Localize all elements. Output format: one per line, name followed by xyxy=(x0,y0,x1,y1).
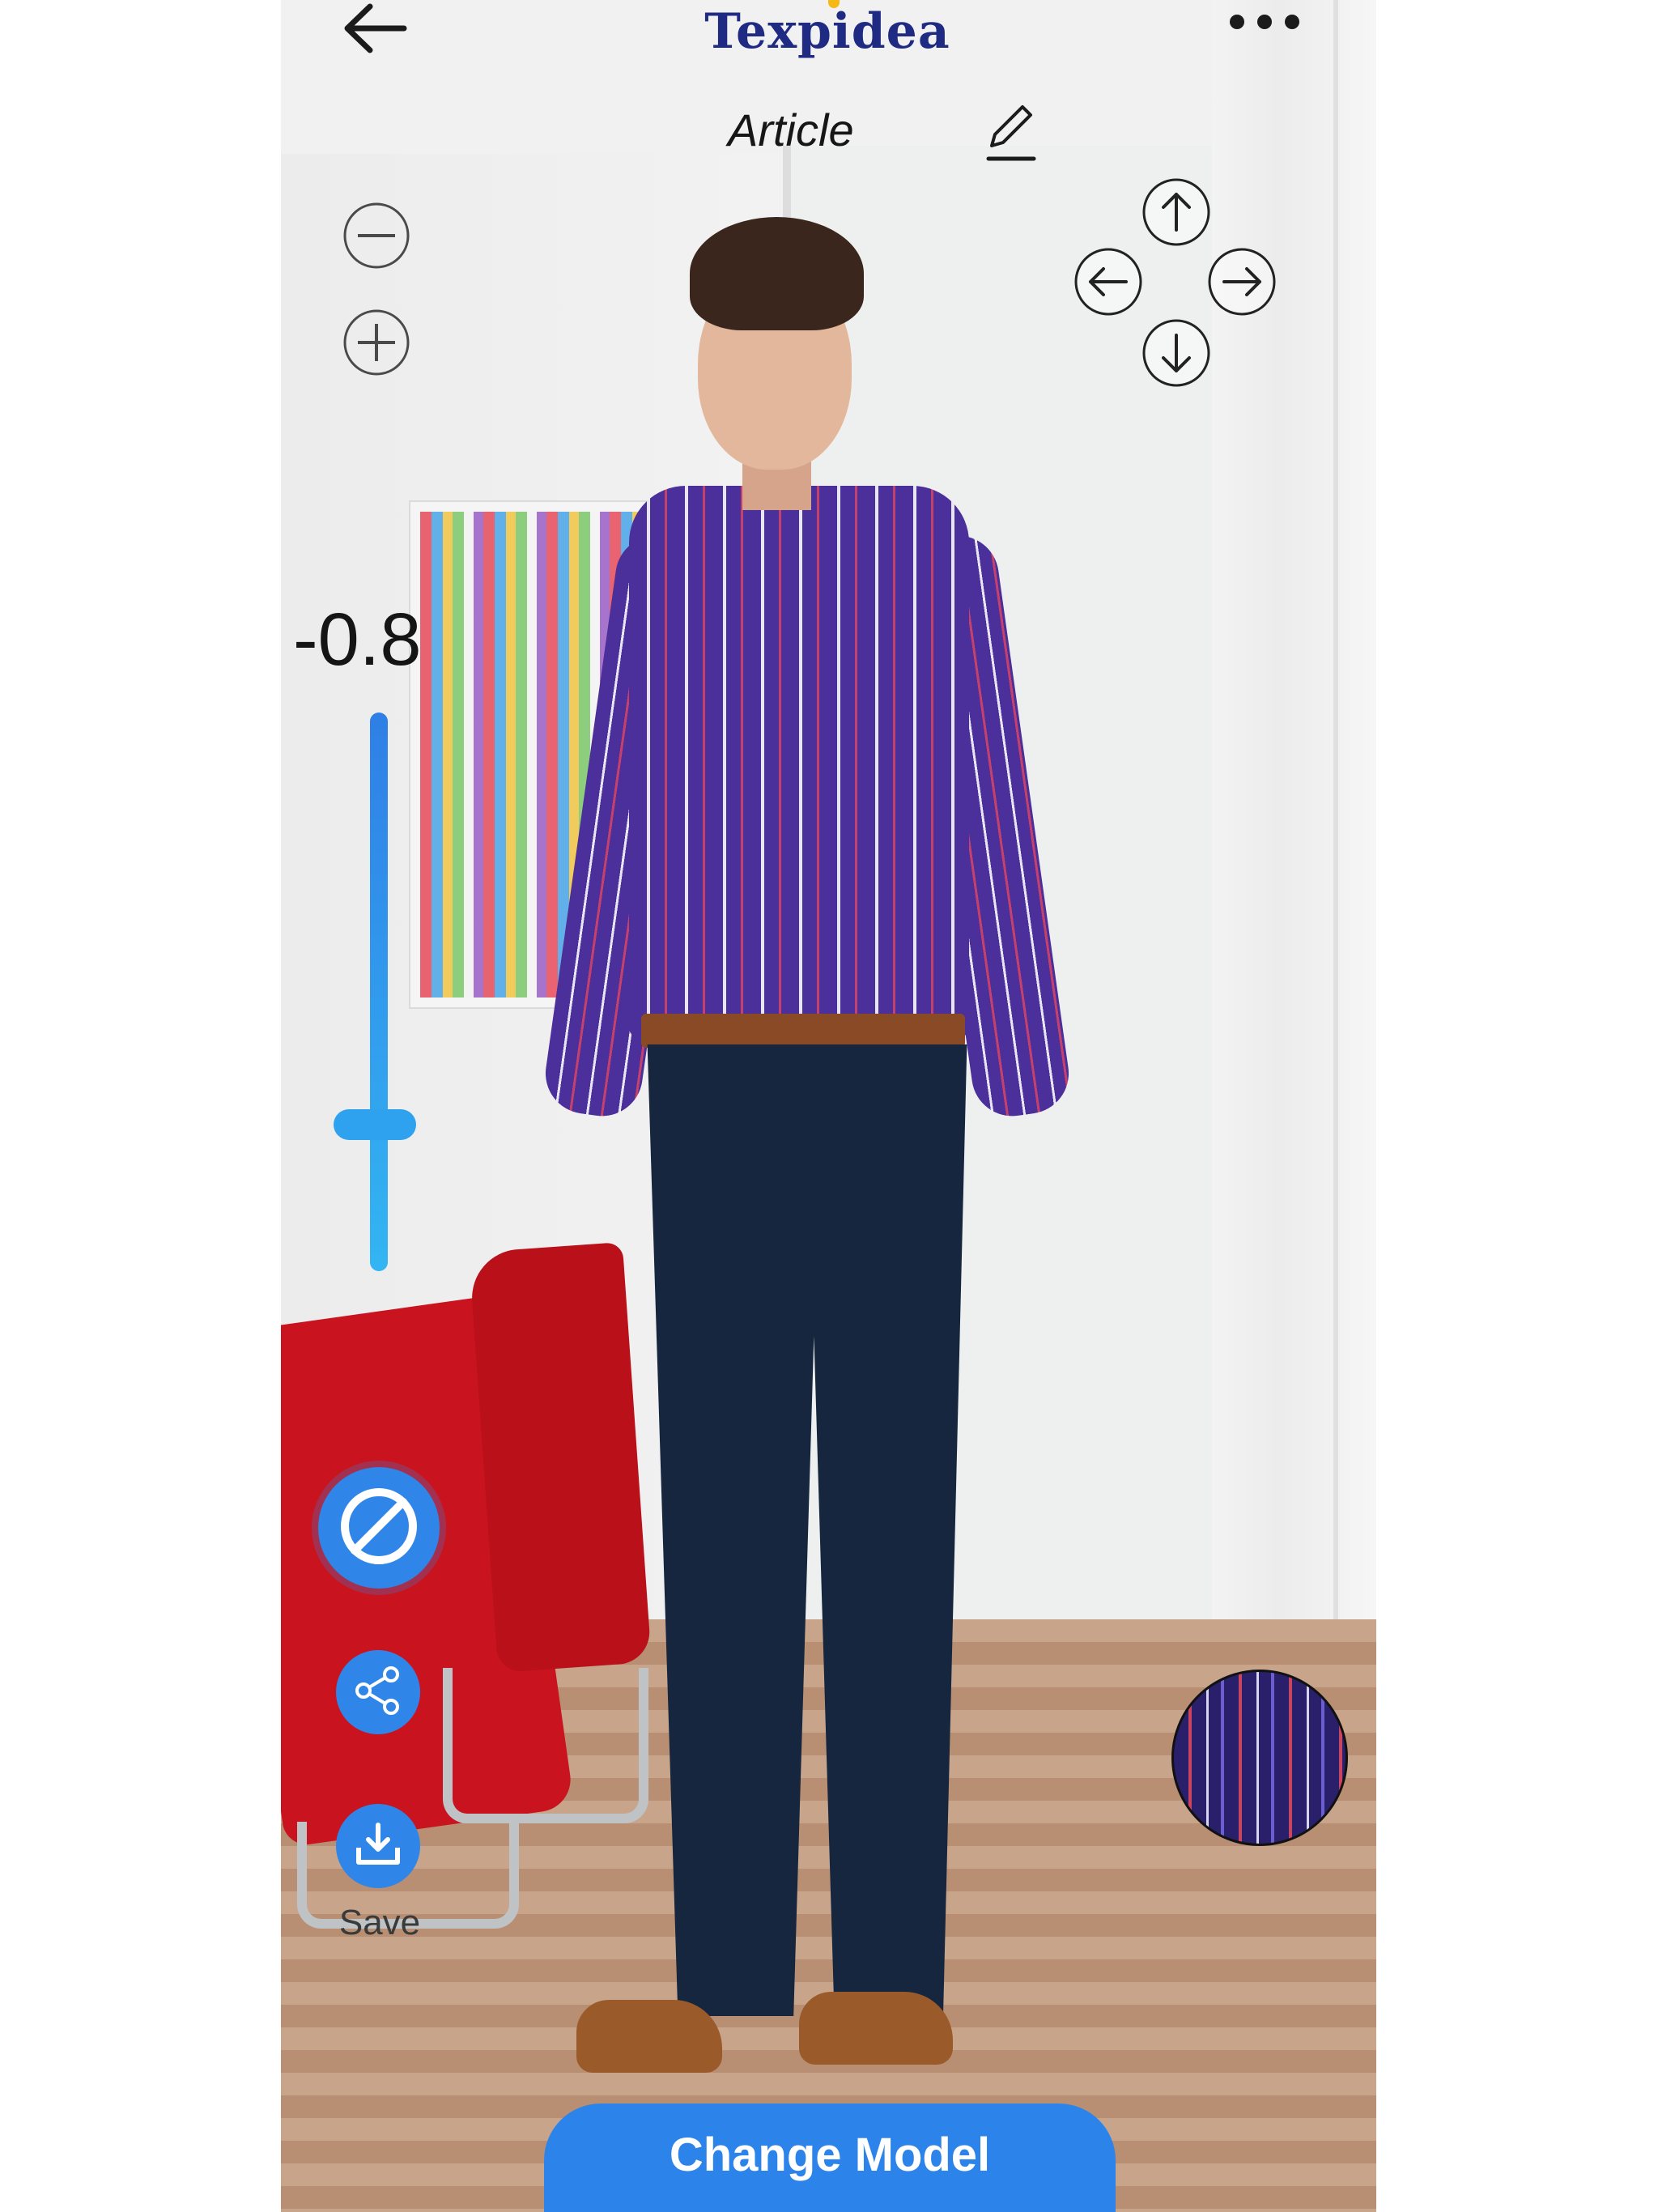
adjust-slider-track[interactable] xyxy=(370,713,388,1271)
article-row: Article xyxy=(281,89,1376,170)
share-button[interactable] xyxy=(336,1650,420,1734)
block-icon xyxy=(334,1482,423,1575)
fabric-swatch[interactable] xyxy=(1171,1670,1348,1846)
save-label: Save xyxy=(338,1903,421,1942)
shoe xyxy=(576,2000,722,2073)
share-icon xyxy=(352,1665,404,1721)
change-model-button[interactable]: Change Model xyxy=(544,2104,1116,2212)
slider-value: -0.8 xyxy=(293,598,422,681)
app-screen: Texpidea Article -0.8 Save Change Model xyxy=(281,0,1376,2212)
arrow-down-circle-icon[interactable] xyxy=(1141,317,1212,389)
adjust-slider-thumb[interactable] xyxy=(334,1109,416,1140)
arrow-left-icon[interactable] xyxy=(339,0,409,57)
arrow-up-circle-icon[interactable] xyxy=(1141,177,1212,248)
app-logo: Texpidea xyxy=(704,3,950,60)
save-button[interactable] xyxy=(336,1804,420,1888)
belt xyxy=(641,1014,965,1048)
model-preview xyxy=(281,0,1376,2212)
arrow-right-circle-icon[interactable] xyxy=(1206,246,1278,317)
model-hair xyxy=(690,217,864,330)
more-horizontal-icon[interactable] xyxy=(1230,15,1319,34)
plus-circle-icon[interactable] xyxy=(342,308,411,377)
arrow-left-circle-icon[interactable] xyxy=(1073,246,1144,317)
block-button[interactable] xyxy=(318,1467,440,1589)
shoe xyxy=(799,1992,953,2065)
striped-shirt xyxy=(629,486,969,1036)
pencil-icon[interactable] xyxy=(977,99,1042,164)
top-bar: Texpidea xyxy=(281,0,1376,65)
minus-circle-icon[interactable] xyxy=(342,201,411,270)
download-icon xyxy=(352,1819,404,1874)
trousers xyxy=(647,1044,967,2016)
article-title: Article xyxy=(728,104,854,155)
